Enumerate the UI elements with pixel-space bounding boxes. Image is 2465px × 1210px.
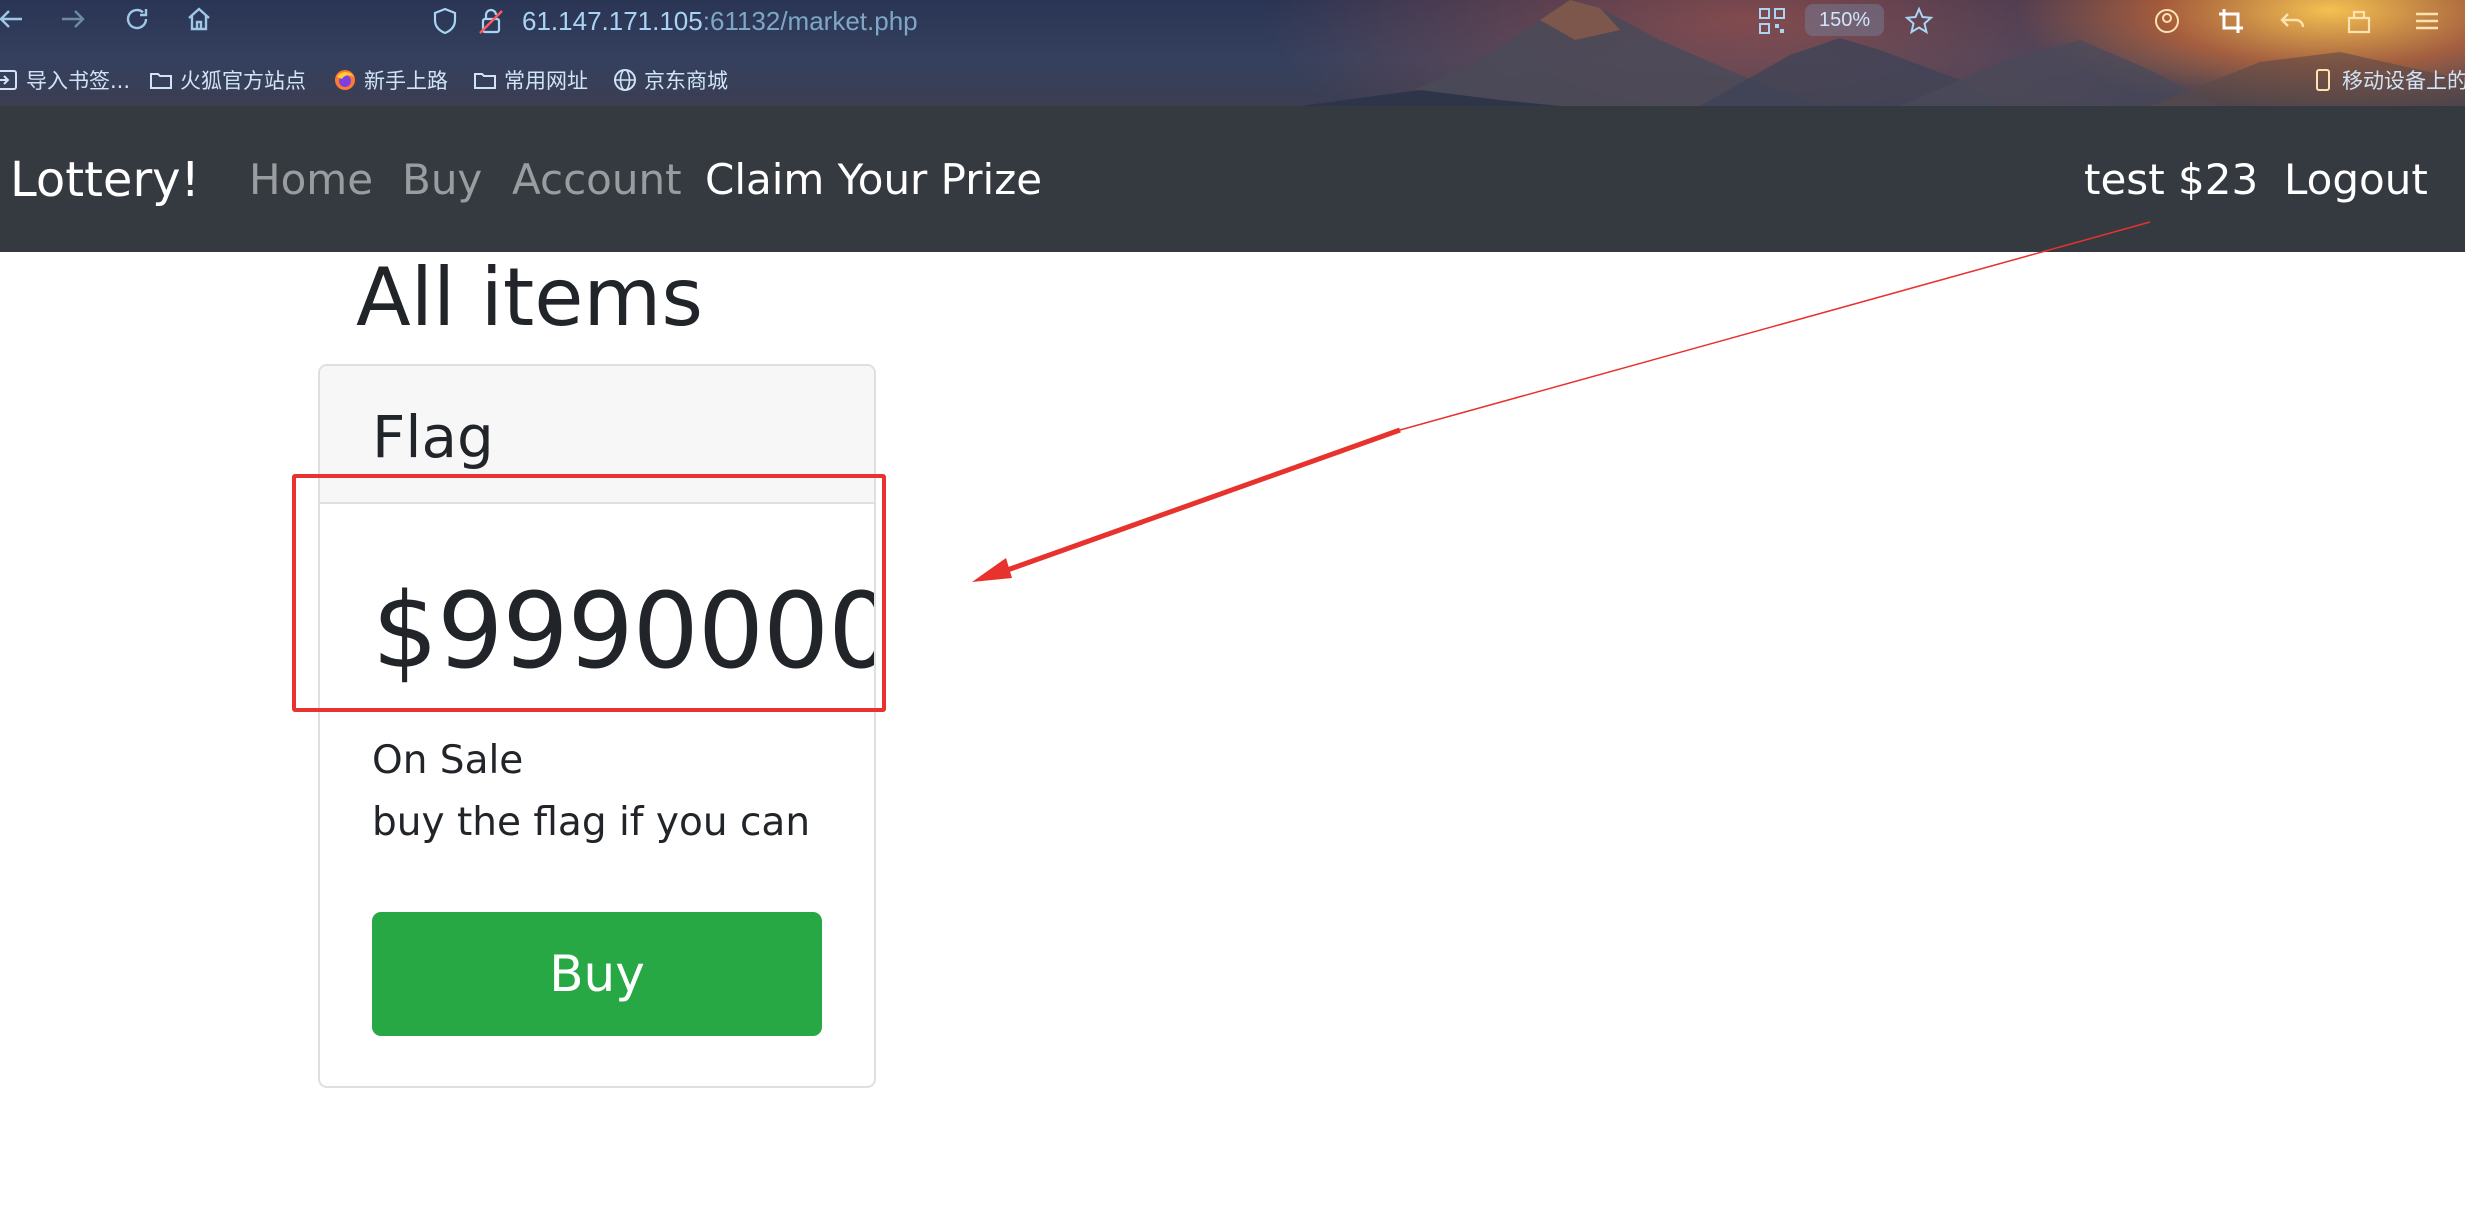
browser-toolbar: 61.147.171.105:61132/market.php 150% <box>0 0 2465 42</box>
item-price: $9990000 <box>372 570 876 692</box>
globe-icon <box>614 69 636 91</box>
bookmark-label: 移动设备上的 <box>2342 69 2465 93</box>
arrow-right-icon <box>62 10 85 28</box>
mobile-icon <box>2316 69 2330 91</box>
user-balance[interactable]: test $23 <box>2084 152 2258 208</box>
back-button[interactable] <box>0 4 28 38</box>
nav-link-buy[interactable]: Buy <box>402 152 482 208</box>
home-icon <box>188 7 210 31</box>
qr-code-icon[interactable] <box>1757 6 1787 36</box>
card-header: Flag <box>320 366 874 504</box>
home-button[interactable] <box>182 4 216 38</box>
reload-button[interactable] <box>120 4 154 38</box>
forward-button[interactable] <box>56 4 90 38</box>
undo-arrow-icon[interactable] <box>2278 6 2308 36</box>
arrow-left-icon <box>0 10 22 28</box>
bookmark-firefox-official[interactable]: 火狐官方站点 <box>148 62 306 98</box>
menu-icon[interactable] <box>2412 6 2442 36</box>
bookmarks-toolbar: 导入书签... 火狐官方站点 新手上路 常用网址 京东商城 移动设备上的 <box>0 62 2465 98</box>
item-description: buy the flag if you can <box>372 800 811 845</box>
browser-chrome: 61.147.171.105:61132/market.php 150% 导入书… <box>0 0 2465 106</box>
item-name: Flag <box>372 403 494 471</box>
nav-link-home[interactable]: Home <box>249 152 373 208</box>
address-bar[interactable]: 61.147.171.105:61132/market.php <box>430 2 918 40</box>
site-navbar: Lottery! Home Buy Account Claim Your Pri… <box>0 106 2465 252</box>
bookmark-label: 火狐官方站点 <box>180 69 306 93</box>
screenshot-crop-icon[interactable] <box>2216 6 2246 36</box>
folder-icon <box>150 73 172 89</box>
insecure-lock-icon[interactable] <box>476 6 506 36</box>
brand-link[interactable]: Lottery! <box>10 150 200 210</box>
bookmark-label: 导入书签... <box>26 69 131 93</box>
firefox-icon <box>335 70 355 90</box>
item-card: Flag $9990000 On Sale buy the flag if yo… <box>318 364 876 1088</box>
bookmark-mobile[interactable]: 移动设备上的 <box>2310 62 2465 98</box>
bookmark-getting-started[interactable]: 新手上路 <box>332 62 448 98</box>
url-path: :61132/market.php <box>702 5 918 36</box>
bookmark-jd[interactable]: 京东商城 <box>612 62 728 98</box>
star-bookmark-icon[interactable] <box>1904 6 1934 36</box>
bookmark-import[interactable]: 导入书签... <box>0 62 130 98</box>
nav-link-account[interactable]: Account <box>512 152 682 208</box>
page-title: All items <box>356 251 704 344</box>
url-host: 61.147.171.105 <box>522 5 703 36</box>
bookmark-label: 京东商城 <box>644 69 728 93</box>
bookmark-label: 常用网址 <box>504 69 588 93</box>
folder-icon <box>474 73 496 89</box>
nav-link-claim-prize[interactable]: Claim Your Prize <box>705 152 1042 208</box>
extensions-icon[interactable] <box>2344 6 2374 36</box>
bookmark-common-sites[interactable]: 常用网址 <box>472 62 588 98</box>
import-icon <box>0 70 17 90</box>
reload-icon <box>126 8 148 30</box>
zoom-level-badge[interactable]: 150% <box>1805 4 1885 36</box>
buy-button[interactable]: Buy <box>372 912 822 1036</box>
account-icon[interactable] <box>2152 6 2182 36</box>
bookmark-label: 新手上路 <box>364 69 448 93</box>
logout-link[interactable]: Logout <box>2284 152 2428 208</box>
shield-icon[interactable] <box>430 6 460 36</box>
item-status: On Sale <box>372 738 524 783</box>
